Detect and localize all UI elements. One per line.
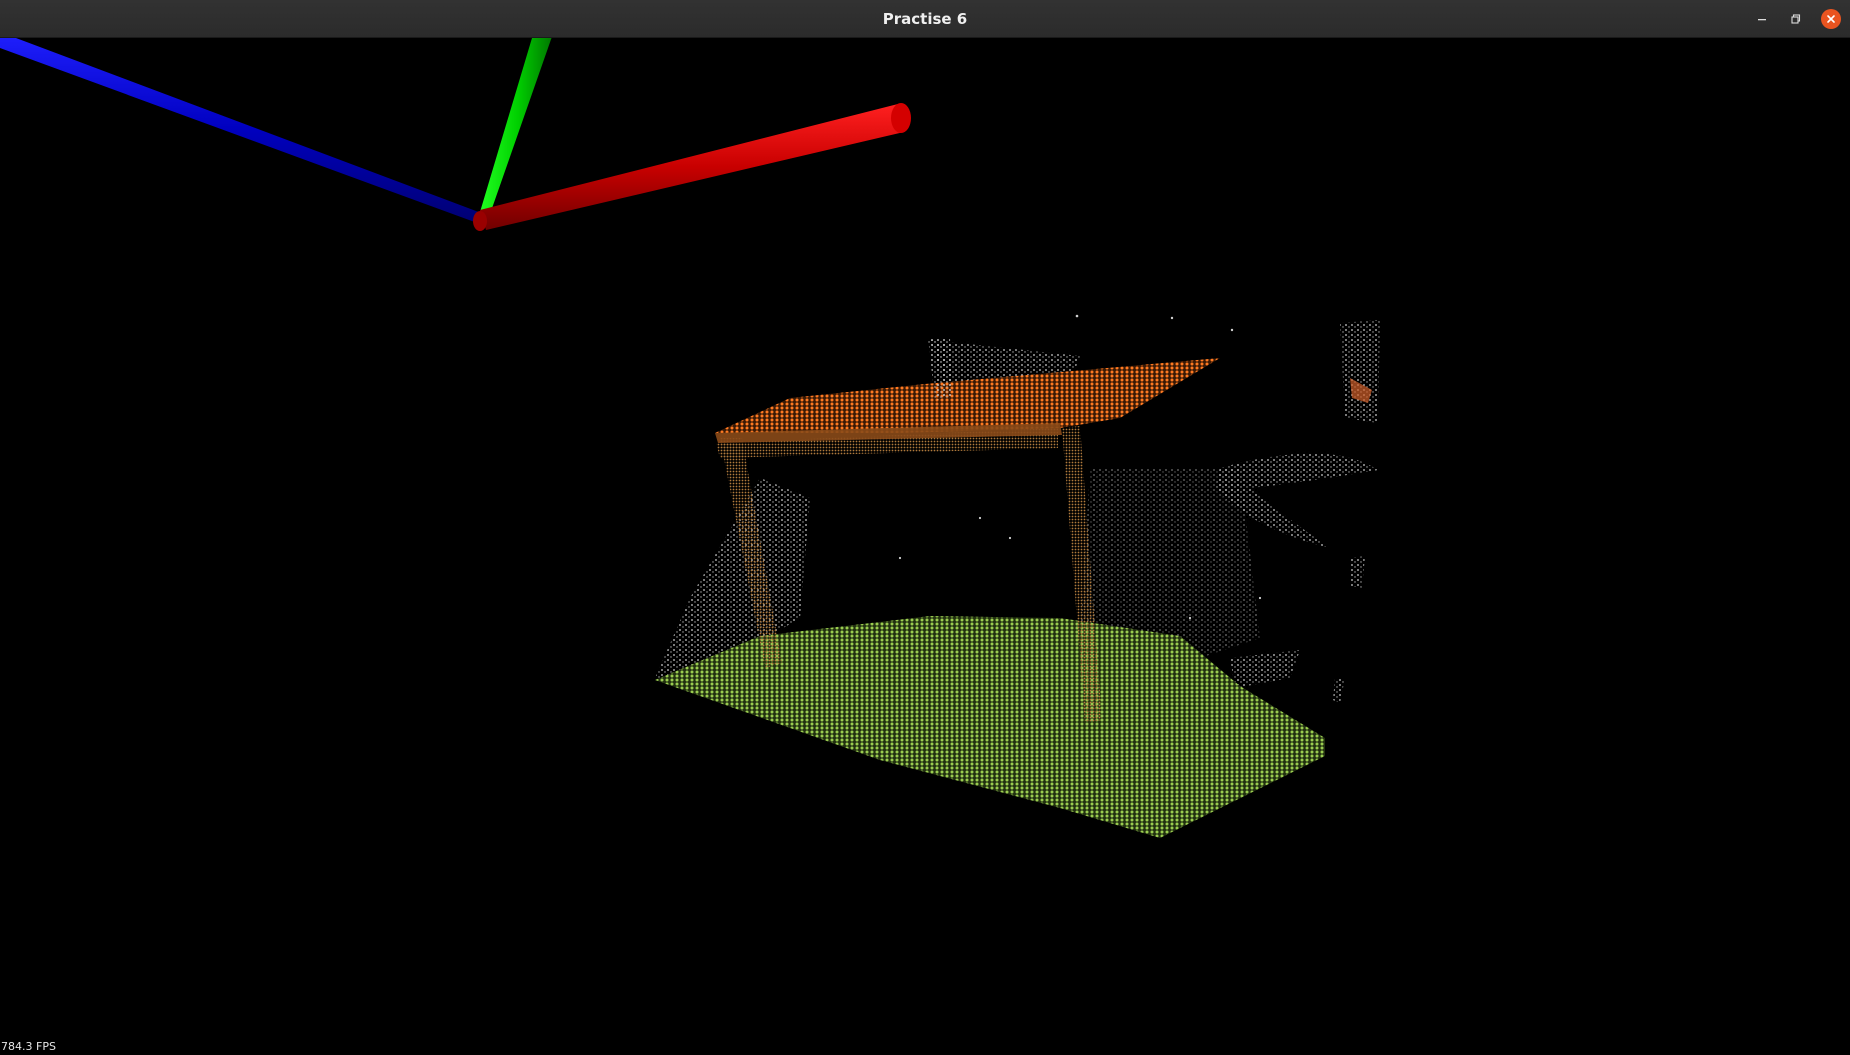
fps-counter: 784.3 FPS [1,1040,56,1053]
close-icon [1827,15,1835,23]
close-button[interactable] [1821,9,1841,29]
title-bar[interactable]: Practise 6 [0,0,1850,38]
x-axis-cap [891,103,911,133]
y-axis [480,38,552,214]
restore-button[interactable] [1786,9,1806,29]
window-title: Practise 6 [882,10,968,28]
point-cloud [655,314,1380,838]
x-axis [480,104,904,230]
minimize-icon [1758,19,1766,21]
application-window: Practise 6 784.3 FPS [0,0,1850,1055]
restore-icon [1791,14,1801,24]
minimize-button[interactable] [1752,9,1772,29]
coordinate-axes [0,38,911,231]
z-axis [0,38,484,224]
point-cloud-scene[interactable] [0,38,1850,1055]
3d-viewport[interactable]: 784.3 FPS [0,38,1850,1055]
